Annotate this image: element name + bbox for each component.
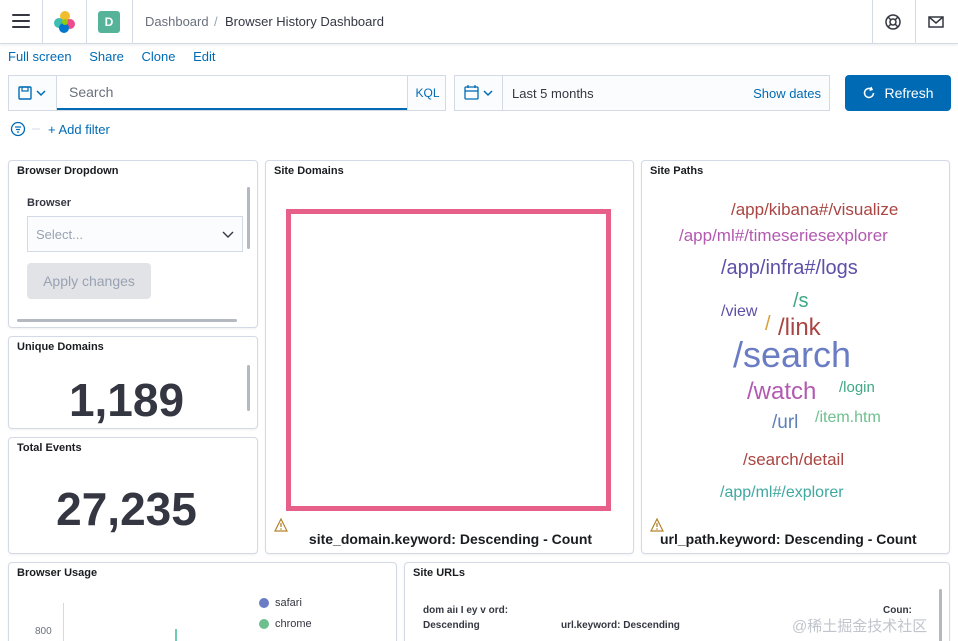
warning-icon[interactable]: [650, 518, 664, 532]
filter-bar: + Add filter: [10, 120, 110, 138]
clone-link[interactable]: Clone: [142, 49, 176, 64]
kql-language-toggle[interactable]: KQL: [407, 76, 447, 110]
word-cloud-term[interactable]: /watch: [747, 380, 816, 404]
chart-bar[interactable]: [175, 629, 177, 641]
page-title: Browser History Dashboard: [225, 14, 384, 29]
column-header-line: url.keyword: Descending: [561, 620, 680, 631]
divider: [872, 0, 873, 44]
refresh-label: Refresh: [884, 85, 934, 101]
vertical-scrollbar[interactable]: [939, 589, 942, 641]
empty-visualization-area: [286, 209, 611, 511]
word-cloud-term[interactable]: /url: [772, 413, 798, 432]
word-cloud-term[interactable]: /app/infra#/logs: [721, 258, 858, 278]
browser-select[interactable]: Select...: [27, 216, 243, 252]
panel-title: Browser Usage: [17, 567, 98, 579]
browser-field-label: Browser: [27, 197, 72, 209]
show-dates-link[interactable]: Show dates: [753, 86, 821, 101]
word-cloud-term[interactable]: /app/ml#/explorer: [720, 485, 844, 501]
query-bar: KQL: [8, 75, 446, 111]
save-query-icon: [18, 86, 46, 100]
table-column-header[interactable]: dom aiı I ey v ord: Descending: [423, 603, 508, 633]
add-filter-link[interactable]: + Add filter: [48, 122, 110, 137]
site-domains-panel: Site Domains site_domain.keyword: Descen…: [265, 160, 634, 554]
word-cloud-term[interactable]: /s: [793, 291, 809, 311]
total-events-value: 27,235: [56, 483, 197, 535]
legend-dot-icon: [259, 619, 269, 629]
legend-dot-icon: [259, 598, 269, 608]
breadcrumb-separator: /: [214, 14, 218, 29]
quick-select-button[interactable]: [455, 76, 503, 110]
word-cloud-term[interactable]: /item.htm: [815, 410, 881, 426]
browser-usage-panel: Browser Usage 800 safari chrome: [8, 562, 397, 641]
legend-label: safari: [275, 597, 302, 609]
word-cloud-term[interactable]: /search: [733, 337, 851, 373]
unique-domains-value: 1,189: [68, 374, 185, 426]
word-cloud-term[interactable]: /app/kibana#/visualize: [731, 201, 898, 218]
table-column-header[interactable]: url.keyword: Descending: [561, 603, 680, 633]
calendar-icon: [464, 85, 493, 100]
total-events-panel: Total Events 27,235: [8, 437, 258, 554]
warning-icon[interactable]: [274, 518, 288, 532]
vertical-scrollbar[interactable]: [247, 365, 250, 411]
edit-link[interactable]: Edit: [193, 49, 215, 64]
menu-icon[interactable]: [12, 14, 30, 28]
panel-title: Total Events: [17, 442, 82, 454]
word-cloud-term[interactable]: /app/ml#/timeseriesexplorer: [679, 227, 888, 244]
legend-item-safari[interactable]: safari: [259, 597, 302, 609]
vertical-scrollbar[interactable]: [247, 187, 250, 249]
panel-title: Site Paths: [650, 165, 704, 177]
filter-options-icon[interactable]: [10, 120, 44, 138]
site-domains-caption: site_domain.keyword: Descending - Count: [308, 531, 593, 547]
word-cloud-term[interactable]: /: [765, 314, 771, 334]
site-paths-panel: Site Paths /app/kibana#/visualize /app/m…: [641, 160, 950, 554]
chevron-down-icon: [222, 231, 234, 238]
date-picker: Last 5 months Show dates: [454, 75, 830, 111]
column-header-line: Descending: [423, 620, 480, 631]
divider: [86, 0, 87, 44]
site-paths-caption: url_path.keyword: Descending - Count: [660, 531, 917, 547]
horizontal-scrollbar[interactable]: [17, 319, 237, 322]
legend-label: chrome: [275, 618, 312, 630]
search-input[interactable]: [57, 76, 407, 110]
panel-title: Site Domains: [274, 165, 344, 177]
panel-title: Unique Domains: [17, 341, 104, 353]
divider: [132, 0, 133, 44]
help-icon[interactable]: [883, 12, 903, 32]
watermark: @稀土掘金技术社区: [792, 618, 928, 635]
divider: [915, 0, 916, 44]
full-screen-link[interactable]: Full screen: [8, 49, 72, 64]
panel-title: Site URLs: [413, 567, 465, 579]
unique-domains-panel: Unique Domains 1,189: [8, 336, 258, 429]
word-cloud-term[interactable]: /login: [839, 380, 875, 395]
dashboard-top-menu: Full screen Share Clone Edit: [8, 49, 230, 64]
column-header-line: dom aiı I ey v ord:: [423, 605, 509, 616]
mail-icon[interactable]: [926, 12, 946, 32]
browser-dropdown-panel: Browser Dropdown Browser Select... Apply…: [8, 160, 258, 328]
refresh-icon: [864, 86, 875, 99]
refresh-button[interactable]: Refresh: [845, 75, 951, 111]
y-axis-line: [63, 603, 64, 641]
word-cloud-term[interactable]: /view: [721, 304, 757, 320]
top-header: D Dashboard / Browser History Dashboard: [0, 0, 958, 44]
apply-changes-button[interactable]: Apply changes: [27, 263, 151, 299]
space-avatar[interactable]: D: [98, 11, 120, 33]
divider: [42, 0, 43, 44]
saved-query-button[interactable]: [9, 76, 57, 110]
elastic-logo-icon[interactable]: [53, 10, 77, 34]
legend-item-chrome[interactable]: chrome: [259, 618, 312, 630]
panel-title: Browser Dropdown: [17, 165, 119, 177]
share-link[interactable]: Share: [89, 49, 124, 64]
select-placeholder: Select...: [36, 227, 83, 242]
breadcrumb-dashboard[interactable]: Dashboard: [145, 14, 209, 29]
word-cloud-term[interactable]: /search/detail: [743, 451, 844, 468]
time-range-text[interactable]: Last 5 months: [512, 86, 594, 101]
y-axis-tick: 800: [35, 626, 52, 637]
